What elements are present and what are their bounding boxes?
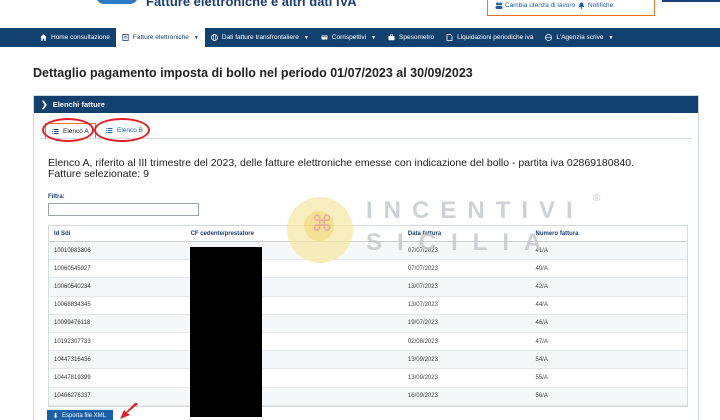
- cell-numero: 44/A: [535, 302, 548, 309]
- users-icon: [495, 2, 503, 9]
- cell-numero: 56/A: [535, 393, 548, 400]
- nav-home-label: Home consultazione: [51, 34, 110, 41]
- export-xml-label: Esporta file XML: [62, 413, 107, 419]
- cell-id-sdi: 10099476118: [54, 320, 91, 327]
- nav-transfrontaliere[interactable]: Dati fatture transfrontaliere ▼: [205, 28, 315, 47]
- file-icon: [446, 34, 453, 41]
- cell-data: 07/07/2023: [407, 247, 438, 254]
- cell-numero: 40/A: [535, 265, 548, 272]
- nav-home[interactable]: Home consultazione: [34, 28, 116, 47]
- cell-numero: 47/A: [535, 338, 548, 345]
- table-body: 10010883806 07/07/2023 41/A 10060545927 07/0…: [49, 242, 687, 406]
- chevron-down-icon: ▼: [303, 34, 309, 41]
- main-nav: Home consultazione Fatture elettroniche …: [0, 28, 720, 47]
- table-row[interactable]: 10010883806 07/07/2023 41/A: [49, 242, 687, 261]
- page-title: Dettaglio pagamento imposta di bollo nel…: [33, 66, 473, 80]
- table-row[interactable]: 10447819399 13/09/2023 55/A: [49, 369, 687, 388]
- nav-liquidazioni-label: Liquidazioni periodiche iva: [457, 34, 534, 41]
- annotation-arrow-icon: [120, 403, 138, 419]
- nav-spesometro[interactable]: Spesometro: [382, 28, 440, 47]
- cell-data: 07/07/2023: [407, 265, 438, 272]
- nav-transfrontaliere-label: Dati fatture transfrontaliere: [221, 34, 299, 41]
- top-header: Fatture elettroniche e altri dati IVA Ca…: [0, 0, 720, 28]
- table-row[interactable]: 10060545927 07/07/2023 40/A: [49, 260, 687, 279]
- invoice-table: Id Sdi CF cedente/prestatore Data fattur…: [48, 225, 688, 407]
- header-corner-tab[interactable]: [662, 0, 720, 2]
- column-header-data[interactable]: Data fattura: [403, 231, 531, 237]
- filter-input[interactable]: [48, 203, 199, 216]
- cell-id-sdi: 10447819399: [54, 374, 91, 381]
- nav-fatture-label: Fatture elettroniche: [132, 34, 189, 41]
- panel-title: Elenchi fatture: [52, 100, 105, 109]
- annotation-circle-elenco-b: [94, 118, 150, 142]
- chevron-down-icon: ▼: [193, 34, 199, 41]
- list-description: Elenco A, riferito al III trimestre del …: [48, 158, 668, 180]
- change-user-label: Cambia utenza di lavoro: [505, 2, 576, 9]
- cell-id-sdi: 10192307733: [54, 338, 91, 345]
- user-menu-box: Cambia utenza di lavoro Notifiche: [487, 0, 655, 16]
- cell-data: 19/07/2023: [407, 320, 438, 327]
- selected-count: Fatture selezionate: 9: [48, 168, 149, 180]
- nav-agenzia-scrive[interactable]: L'Agenzia scrive ▼: [539, 28, 619, 47]
- receipt-icon: [321, 34, 328, 41]
- cell-id-sdi: 10060540234: [54, 283, 91, 290]
- annotation-circle-elenco-a: [42, 118, 94, 142]
- bell-icon: [578, 2, 585, 9]
- column-header-numero[interactable]: Numero fattura: [531, 231, 688, 237]
- download-icon: ⬇: [52, 412, 59, 420]
- cell-data: 13/07/2023: [407, 283, 438, 290]
- cell-data: 13/07/2023: [407, 302, 438, 309]
- app-title: Fatture elettroniche e altri dati IVA: [146, 0, 357, 9]
- chevron-right-icon: ❯: [41, 100, 48, 109]
- home-icon: [40, 34, 47, 41]
- cell-id-sdi: 10060545927: [54, 265, 91, 272]
- cell-id-sdi: 10010883806: [54, 247, 91, 254]
- globe-icon: [210, 34, 218, 41]
- cell-numero: 41/A: [535, 247, 548, 254]
- cell-data: 13/09/2023: [407, 374, 438, 381]
- app-logo: [96, 0, 138, 4]
- column-header-id-sdi[interactable]: Id Sdi: [49, 231, 186, 237]
- cell-id-sdi: 10068834345: [54, 302, 91, 309]
- cell-data: 02/08/2023: [407, 338, 438, 345]
- nav-liquidazioni[interactable]: Liquidazioni periodiche iva: [440, 28, 539, 47]
- document-icon: [122, 34, 129, 41]
- nav-agenzia-label: L'Agenzia scrive: [556, 34, 604, 41]
- redaction-box: [190, 247, 262, 417]
- nav-corrispettivi-label: Corrispettivi: [331, 34, 367, 41]
- table-row[interactable]: 10068834345 13/07/2023 44/A: [49, 297, 687, 315]
- cell-data: 13/09/2023: [407, 356, 438, 363]
- panel-header[interactable]: ❯ Elenchi fatture: [34, 96, 698, 113]
- briefcase-icon: [388, 34, 395, 41]
- notifications-label: Notifiche: [588, 2, 614, 9]
- nav-spesometro-label: Spesometro: [399, 34, 435, 41]
- table-row[interactable]: 10099476118 19/07/2023 46/A: [49, 314, 687, 333]
- invoice-list-panel: ❯ Elenchi fatture Elenco A Elenco B Elen…: [33, 95, 699, 420]
- table-row[interactable]: 10447316436 13/09/2023 54/A: [49, 351, 687, 370]
- export-xml-button[interactable]: ⬇ Esporta file XML: [47, 410, 113, 420]
- cell-numero: 42/A: [535, 283, 548, 290]
- cell-data: 16/09/2023: [407, 393, 438, 400]
- table-row[interactable]: 10466276337 16/09/2023 56/A: [49, 387, 687, 406]
- screen: Fatture elettroniche e altri dati IVA Ca…: [0, 0, 720, 420]
- cell-numero: 54/A: [535, 356, 548, 363]
- chevron-down-icon: ▼: [608, 34, 614, 41]
- cell-numero: 55/A: [535, 374, 548, 381]
- chevron-down-icon: ▼: [371, 34, 377, 41]
- cell-id-sdi: 10466276337: [54, 393, 91, 400]
- table-header-row: Id Sdi CF cedente/prestatore Data fattur…: [49, 226, 687, 242]
- notifications-link[interactable]: Notifiche: [578, 2, 613, 9]
- cell-id-sdi: 10447316436: [54, 356, 91, 363]
- globe-icon: [545, 34, 553, 41]
- change-user-link[interactable]: Cambia utenza di lavoro: [495, 2, 575, 9]
- table-row[interactable]: 10192307733 02/08/2023 47/A: [49, 333, 687, 352]
- nav-fatture-elettroniche[interactable]: Fatture elettroniche ▼: [115, 28, 205, 47]
- filter-label: Filtra:: [48, 194, 65, 200]
- column-header-cf[interactable]: CF cedente/prestatore: [186, 231, 403, 237]
- table-row[interactable]: 10060540234 13/07/2023 42/A: [49, 278, 687, 297]
- nav-corrispettivi[interactable]: Corrispettivi ▼: [315, 28, 382, 47]
- cell-numero: 46/A: [535, 320, 548, 327]
